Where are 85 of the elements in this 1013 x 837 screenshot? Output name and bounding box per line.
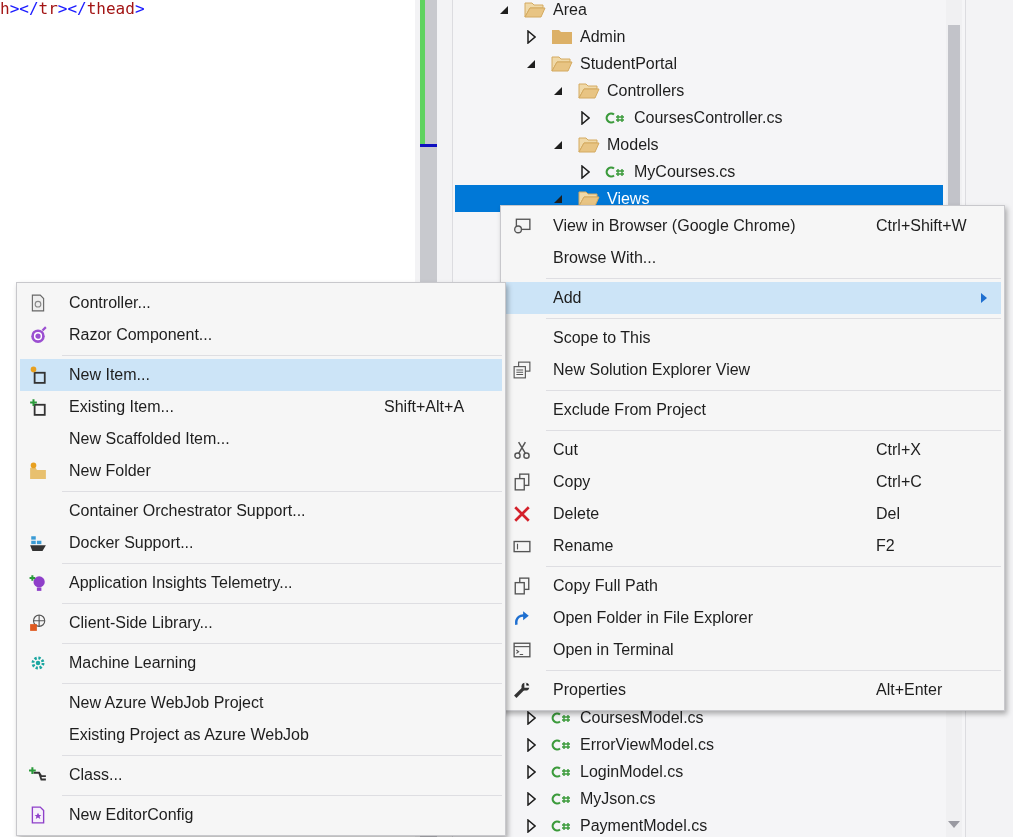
menu-item[interactable]: Razor Component... xyxy=(20,319,502,351)
scissors-icon xyxy=(513,441,531,459)
shortcut-label: Del xyxy=(876,505,900,523)
collapsed-arrow-icon[interactable] xyxy=(526,29,536,44)
menu-item[interactable]: Open Folder in File Explorer xyxy=(504,602,1001,634)
menu-item[interactable]: Cut Ctrl+X xyxy=(504,434,1001,466)
menu-item[interactable]: Container Orchestrator Support... xyxy=(20,495,502,527)
tree-item[interactable]: CoursesController.cs xyxy=(455,104,943,131)
menu-item[interactable]: Existing Item... Shift+Alt+A xyxy=(20,391,502,423)
shortcut-label: Alt+Enter xyxy=(876,681,943,699)
menu-item[interactable]: Copy Ctrl+C xyxy=(504,466,1001,498)
caret-marker xyxy=(420,144,437,147)
ship-containers-icon xyxy=(29,534,47,552)
open-folder-icon xyxy=(578,189,600,208)
tree-item[interactable]: MyCourses.cs xyxy=(455,158,943,185)
tree-item[interactable]: Admin xyxy=(455,23,943,50)
menu-item[interactable]: Copy Full Path xyxy=(504,570,1001,602)
copy-icon xyxy=(513,473,531,491)
collapsed-arrow-icon[interactable] xyxy=(526,764,536,779)
tree-item[interactable]: Area xyxy=(455,0,943,23)
menu-item[interactable]: New Scaffolded Item... xyxy=(20,423,502,455)
collapsed-arrow-icon[interactable] xyxy=(580,110,590,125)
windows-icon xyxy=(513,361,531,379)
tree-item[interactable]: Controllers xyxy=(455,77,943,104)
csharp-file-icon xyxy=(551,710,573,725)
menu-item[interactable]: Browse With... xyxy=(504,242,1001,274)
menu-item[interactable]: Application Insights Telemetry... xyxy=(20,567,502,599)
star-document-icon xyxy=(29,806,47,824)
collapsed-arrow-icon[interactable] xyxy=(526,710,536,725)
curved-arrow-icon xyxy=(513,609,531,627)
shortcut-label: Ctrl+C xyxy=(876,473,922,491)
terminal-icon xyxy=(513,641,531,659)
shortcut-label: F2 xyxy=(876,537,895,555)
menu-item[interactable]: View in Browser (Google Chrome) Ctrl+Shift+W xyxy=(504,210,1001,242)
menu-item[interactable]: Client-Side Library... xyxy=(20,607,502,639)
open-folder-icon xyxy=(524,0,546,19)
menu-item[interactable]: Add xyxy=(504,282,1001,314)
collapsed-arrow-icon[interactable] xyxy=(580,164,590,179)
menu-item[interactable]: New Folder xyxy=(20,455,502,487)
globe-icon xyxy=(29,614,47,632)
collapsed-arrow-icon[interactable] xyxy=(526,791,536,806)
menu-item[interactable]: Open in Terminal xyxy=(504,634,1001,666)
menu-item[interactable]: Properties Alt+Enter xyxy=(504,674,1001,706)
csharp-file-icon xyxy=(551,791,573,806)
lightbulb-icon xyxy=(29,574,47,592)
shortcut-label: Shift+Alt+A xyxy=(384,398,465,416)
tree-item[interactable]: Models xyxy=(455,131,943,158)
menu-item[interactable]: Controller... xyxy=(20,287,502,319)
csharp-file-icon xyxy=(605,164,627,179)
delete-icon xyxy=(513,505,531,523)
tree-item[interactable]: StudentPortal xyxy=(455,50,943,77)
menu-item[interactable]: Delete Del xyxy=(504,498,1001,530)
swirl-icon xyxy=(29,326,47,344)
expanded-arrow-icon[interactable] xyxy=(500,5,508,14)
collapsed-arrow-icon[interactable] xyxy=(526,737,536,752)
menu-item[interactable]: New Item... xyxy=(20,359,502,391)
menu-item[interactable]: Exclude From Project xyxy=(504,394,1001,426)
csharp-file-icon xyxy=(605,110,627,125)
shortcut-label: Ctrl+Shift+W xyxy=(876,217,967,235)
expanded-arrow-icon[interactable] xyxy=(554,140,562,149)
shortcut-label: Ctrl+X xyxy=(876,441,921,459)
plus-square-icon xyxy=(29,398,47,416)
menu-item[interactable]: Rename F2 xyxy=(504,530,1001,562)
gear-icon xyxy=(29,654,47,672)
collapsed-arrow-icon[interactable] xyxy=(526,818,536,833)
copy-icon xyxy=(513,577,531,595)
menu-item[interactable]: Docker Support... xyxy=(20,527,502,559)
open-folder-icon xyxy=(551,54,573,73)
code-line: h></tr></thead> xyxy=(0,0,145,18)
menu-item[interactable]: Machine Learning xyxy=(20,647,502,679)
wrench-icon xyxy=(513,681,531,699)
open-folder-icon xyxy=(578,81,600,100)
star-square-icon xyxy=(29,366,47,384)
document-icon xyxy=(29,294,47,312)
star-folder-icon xyxy=(29,462,47,480)
expanded-arrow-icon[interactable] xyxy=(554,86,562,95)
csharp-file-icon xyxy=(551,737,573,752)
menu-item[interactable]: Scope to This xyxy=(504,322,1001,354)
expanded-arrow-icon[interactable] xyxy=(527,59,535,68)
open-folder-icon xyxy=(578,135,600,154)
folder-icon xyxy=(551,27,573,46)
csharp-file-icon xyxy=(551,764,573,779)
csharp-file-icon xyxy=(551,818,573,833)
menu-item[interactable]: New Solution Explorer View xyxy=(504,354,1001,386)
browser-window-icon xyxy=(513,217,531,235)
